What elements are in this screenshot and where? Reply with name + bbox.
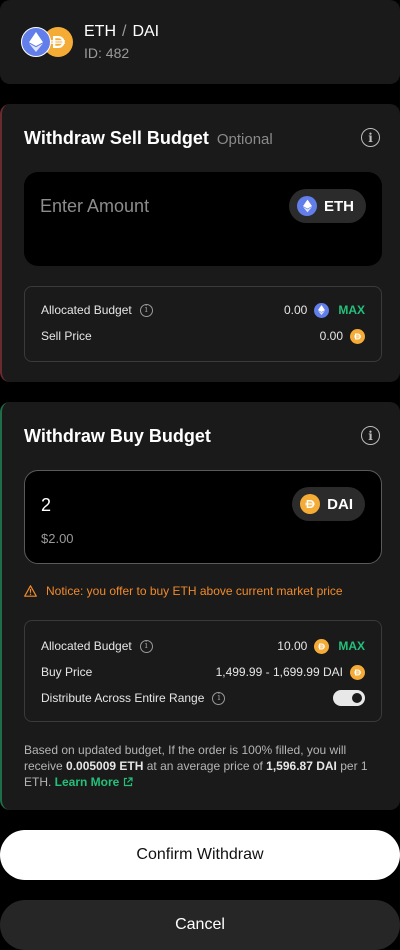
withdraw-summary: Based on updated budget, If the order is… bbox=[24, 742, 382, 790]
sell-price-label: Sell Price bbox=[41, 329, 92, 343]
dai-icon bbox=[300, 494, 321, 514]
buy-max-button[interactable]: MAX bbox=[338, 639, 365, 653]
sell-price-value: 0.00 bbox=[319, 329, 343, 343]
pair-header: ETH / DAI ID: 482 bbox=[0, 0, 400, 84]
confirm-withdraw-button[interactable]: Confirm Withdraw bbox=[0, 830, 400, 880]
buy-section-title: Withdraw Buy Budget bbox=[24, 426, 211, 446]
withdraw-buy-section: Withdraw Buy Budget i $2.00 DAI Notice: … bbox=[0, 402, 400, 810]
buy-allocated-label: Allocated Budget bbox=[41, 639, 132, 653]
dai-icon bbox=[350, 664, 365, 680]
strategy-id: ID: 482 bbox=[84, 45, 130, 61]
sell-allocated-label: Allocated Budget bbox=[41, 303, 132, 317]
summary-avg-price: 1,596.87 DAI bbox=[266, 759, 337, 773]
sell-token-pill: ETH bbox=[289, 189, 366, 223]
info-icon[interactable]: i bbox=[139, 639, 153, 653]
warning-icon bbox=[24, 585, 37, 597]
pair-title: ETH / DAI bbox=[84, 23, 159, 41]
buy-allocated-value: 10.00 bbox=[277, 639, 308, 653]
notice-text: Notice: you offer to buy ETH above curre… bbox=[46, 584, 343, 598]
buy-amount-usd: $2.00 bbox=[41, 531, 74, 546]
learn-more-link[interactable]: Learn More bbox=[55, 775, 133, 789]
sell-amount-box: ETH bbox=[24, 172, 382, 266]
distribute-row: Distribute Across Entire Range i bbox=[41, 689, 365, 707]
buy-allocated-row: Allocated Budget i 10.00 MAX bbox=[41, 637, 365, 655]
sell-info-icon[interactable]: i bbox=[361, 128, 380, 147]
info-icon[interactable]: i bbox=[139, 303, 153, 317]
eth-icon bbox=[21, 27, 51, 57]
buy-price-value: 1,499.99 - 1,699.99 DAI bbox=[215, 665, 343, 679]
base-token-label: ETH bbox=[84, 23, 116, 40]
optional-label: Optional bbox=[216, 131, 273, 148]
buy-price-label: Buy Price bbox=[41, 665, 93, 679]
eth-icon bbox=[314, 302, 330, 318]
pair-icons bbox=[21, 27, 73, 57]
market-price-notice: Notice: you offer to buy ETH above curre… bbox=[24, 584, 343, 598]
distribute-label: Distribute Across Entire Range bbox=[41, 691, 205, 705]
summary-receive-amount: 0.005009 ETH bbox=[66, 759, 144, 773]
sell-allocated-row: Allocated Budget i 0.00 MAX bbox=[41, 301, 365, 319]
learn-more-label: Learn More bbox=[54, 775, 120, 789]
eth-icon bbox=[297, 196, 317, 216]
info-icon[interactable]: i bbox=[212, 691, 226, 705]
summary-text-2: at an average price of bbox=[143, 759, 267, 773]
sell-allocated-value: 0.00 bbox=[283, 303, 308, 317]
dai-icon bbox=[350, 328, 365, 344]
sell-token-label: ETH bbox=[324, 197, 354, 215]
buy-amount-box: $2.00 DAI bbox=[24, 470, 382, 564]
buy-token-label: DAI bbox=[327, 495, 353, 513]
sell-price-row: Sell Price 0.00 bbox=[41, 327, 365, 345]
sell-section-title: Withdraw Sell Budget Optional bbox=[24, 128, 273, 149]
sell-amount-input[interactable] bbox=[40, 196, 260, 217]
dai-icon bbox=[314, 638, 330, 654]
distribute-toggle[interactable] bbox=[333, 690, 365, 706]
quote-token-label: DAI bbox=[132, 23, 160, 40]
sell-stats-box: Allocated Budget i 0.00 MAX Sell Price 0.… bbox=[24, 286, 382, 362]
sell-title-text: Withdraw Sell Budget bbox=[24, 128, 209, 148]
buy-info-icon[interactable]: i bbox=[361, 426, 380, 445]
buy-token-pill: DAI bbox=[292, 487, 365, 521]
buy-price-row: Buy Price 1,499.99 - 1,699.99 DAI bbox=[41, 663, 365, 681]
pair-separator: / bbox=[122, 23, 127, 40]
buy-stats-box: Allocated Budget i 10.00 MAX Buy Price 1,… bbox=[24, 620, 382, 722]
buy-amount-input[interactable] bbox=[41, 495, 261, 516]
withdraw-sell-section: Withdraw Sell Budget Optional i ETH Alloc… bbox=[0, 104, 400, 382]
external-link-icon bbox=[123, 777, 133, 787]
sell-max-button[interactable]: MAX bbox=[338, 303, 365, 317]
cancel-button[interactable]: Cancel bbox=[0, 900, 400, 950]
